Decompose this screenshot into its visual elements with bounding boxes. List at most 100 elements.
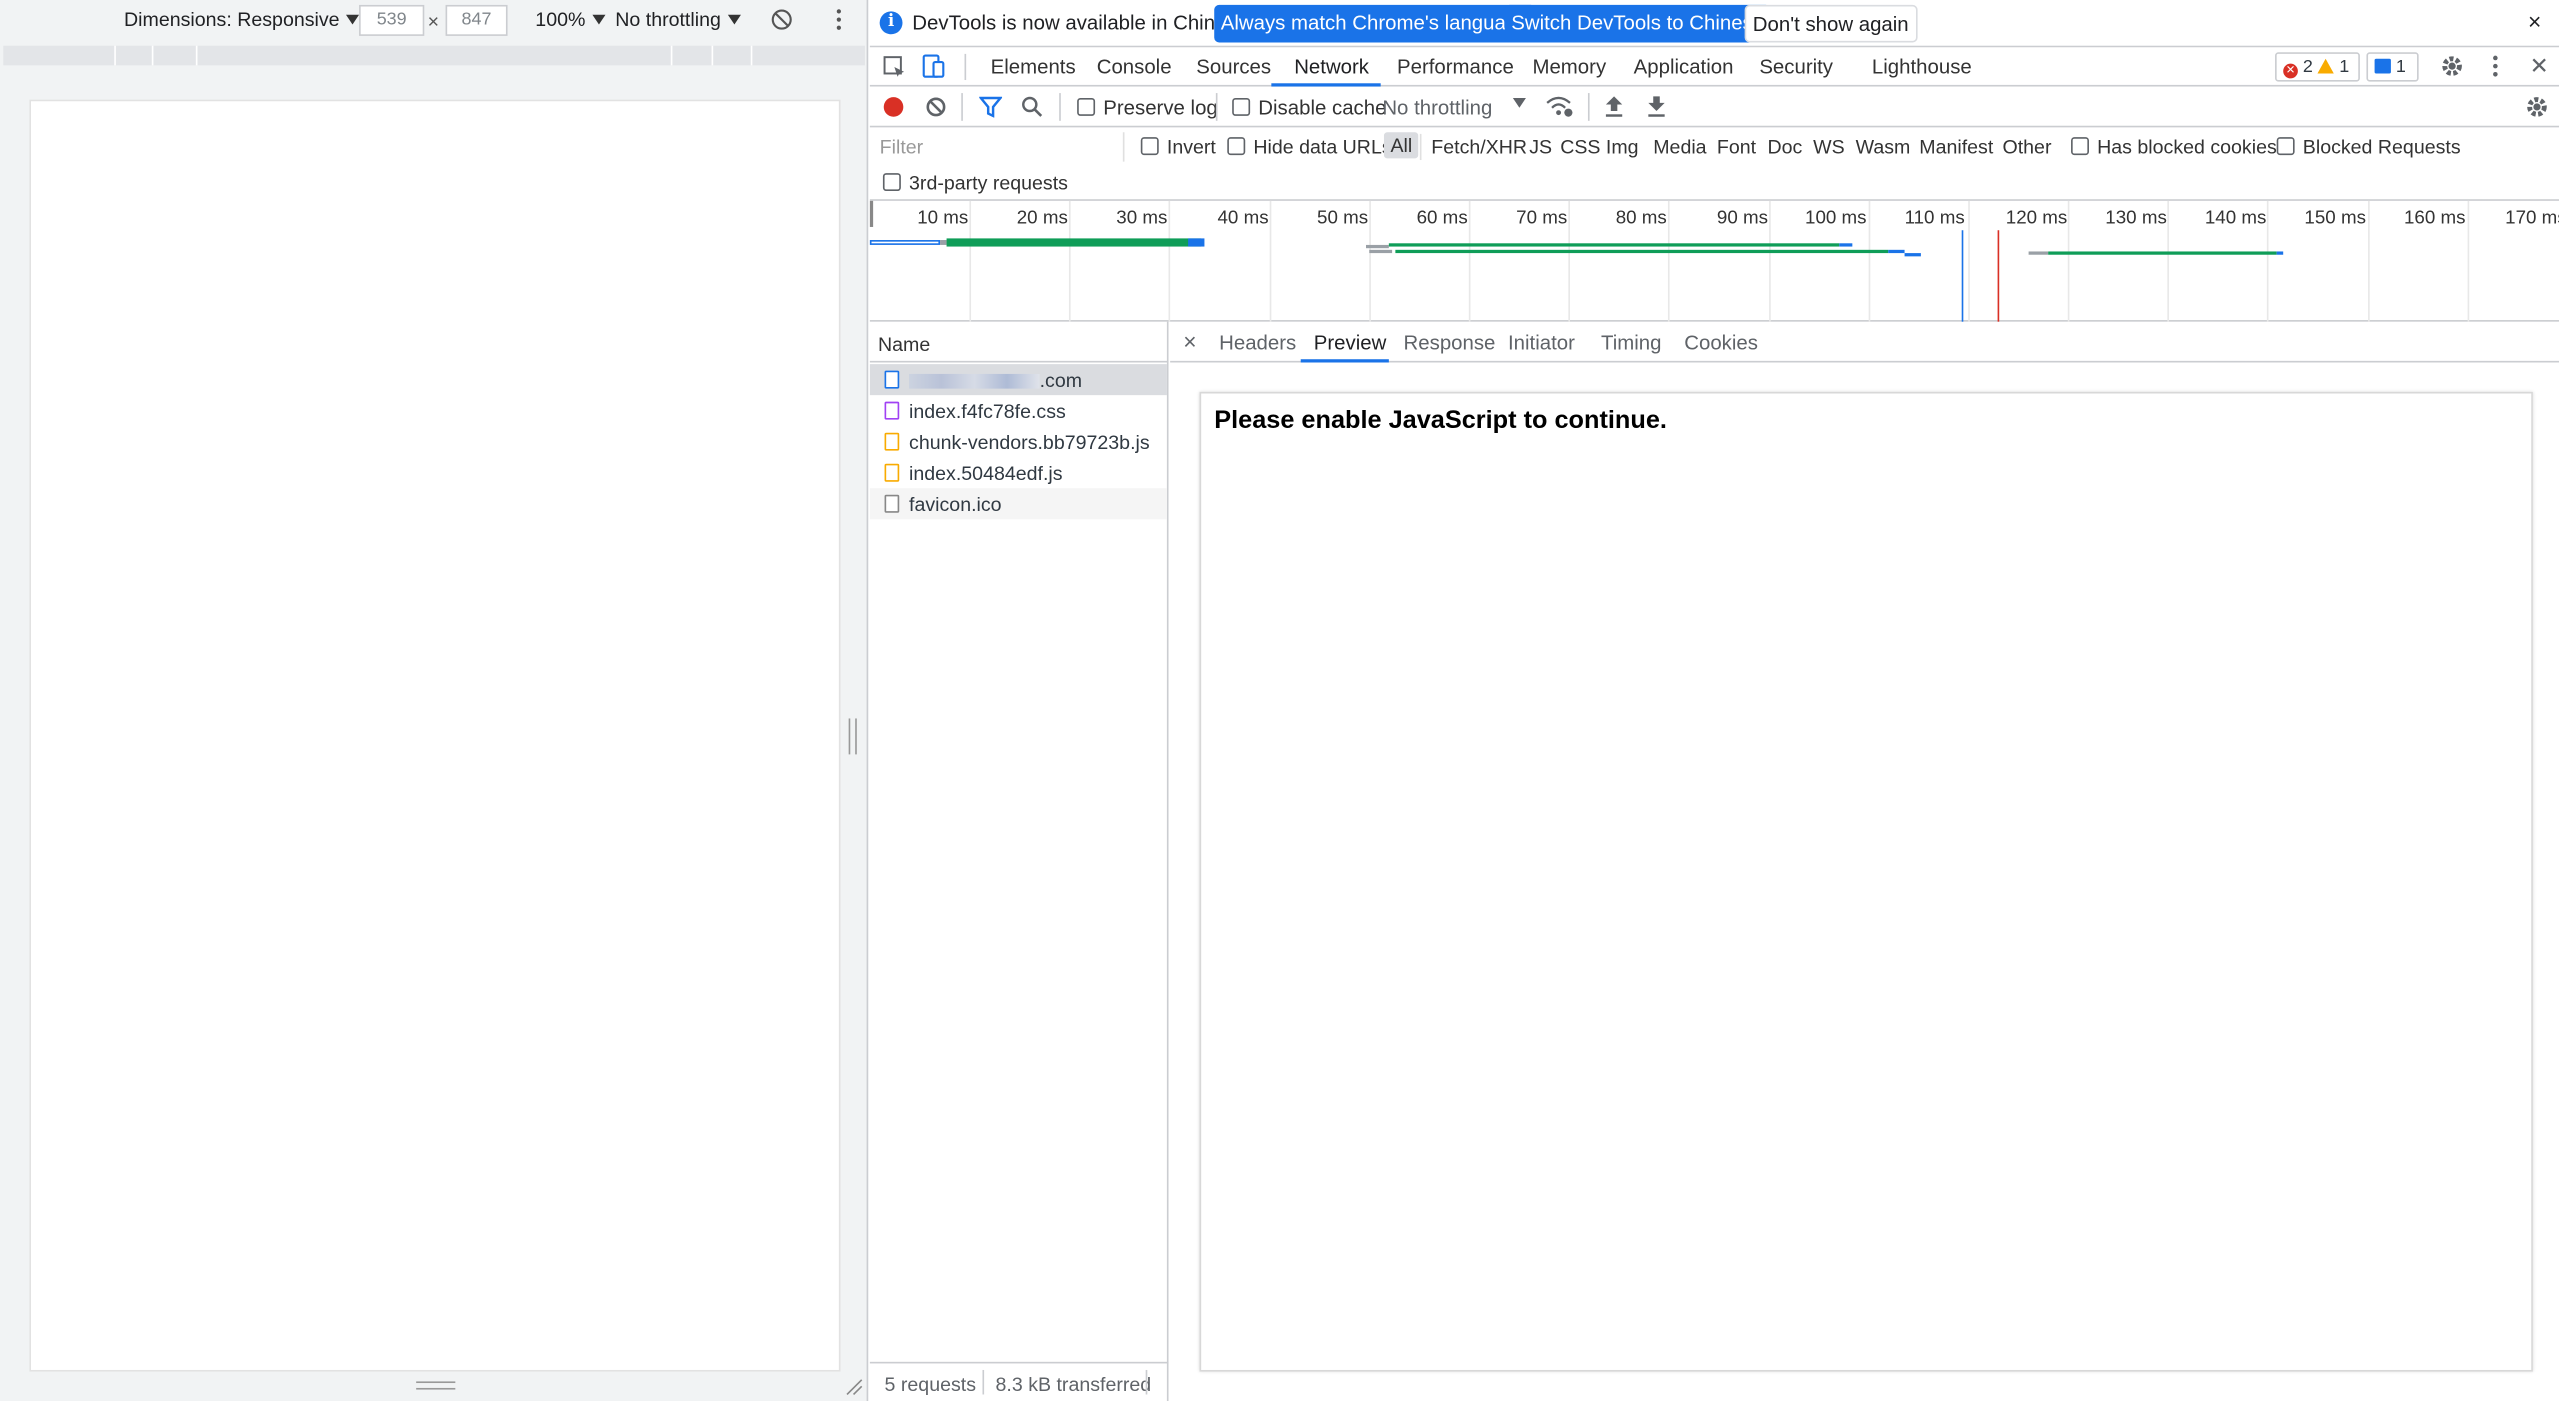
device-toolbar-icon[interactable] (922, 54, 945, 78)
media-query-segment[interactable] (750, 45, 753, 66)
settings-gear-icon[interactable] (2440, 54, 2464, 78)
resize-corner-icon[interactable] (844, 1377, 864, 1397)
always-match-language-button[interactable]: Always match Chrome's language (1214, 4, 1536, 43)
media-query-segment[interactable] (711, 45, 714, 66)
disable-cache-checkbox[interactable] (1232, 97, 1251, 116)
resize-handle-right[interactable] (848, 718, 857, 755)
third-party-requests-checkbox[interactable] (882, 173, 901, 192)
filter-type-img[interactable]: Img (1606, 136, 1639, 159)
language-infobar: i DevTools is now available in Chinese! … (869, 0, 2559, 48)
filter-type-media[interactable]: Media (1653, 136, 1706, 159)
preview-frame[interactable]: Please enable JavaScript to continue. (1199, 391, 2533, 1372)
preview-text: Please enable JavaScript to continue. (1214, 406, 1667, 435)
tab-security[interactable]: Security (1759, 56, 1833, 79)
zoom-select[interactable]: 100% (535, 8, 605, 31)
timeline-gridline (2266, 200, 2269, 322)
waterfall-bar (1839, 243, 1853, 247)
media-query-segment[interactable] (114, 45, 116, 66)
filter-type-doc[interactable]: Doc (1767, 136, 1802, 159)
filter-type-wasm[interactable]: Wasm (1856, 136, 1911, 159)
media-query-segment[interactable] (670, 45, 673, 66)
network-throttling-select[interactable]: No throttling (1382, 96, 1492, 119)
customize-devtools-icon[interactable] (2490, 54, 2500, 78)
tab-sources[interactable]: Sources (1196, 56, 1271, 79)
more-options-icon[interactable] (834, 8, 844, 31)
media-query-segment[interactable] (195, 45, 198, 66)
search-icon[interactable] (1022, 96, 1043, 117)
hide-data-urls-checkbox[interactable] (1227, 137, 1246, 156)
waterfall-bar (1888, 249, 1905, 254)
tab-performance[interactable]: Performance (1397, 56, 1514, 79)
request-row-script[interactable]: chunk-vendors.bb79723b.js (870, 426, 1167, 457)
request-row-stylesheet[interactable]: index.f4fc78fe.css (870, 395, 1167, 426)
name-column-header[interactable]: Name (869, 322, 1169, 363)
media-query-segment[interactable] (151, 45, 154, 66)
filter-type-all[interactable]: All (1383, 132, 1419, 159)
network-overview-timeline[interactable]: 10 ms 20 ms 30 ms 40 ms 50 ms 60 ms 70 m… (869, 200, 2559, 322)
redacted-domain (909, 373, 1040, 389)
filter-type-fetch-xhr[interactable]: Fetch/XHR (1431, 136, 1527, 159)
tab-response[interactable]: Response (1404, 331, 1496, 354)
tab-memory[interactable]: Memory (1532, 56, 1606, 79)
request-row-other[interactable]: favicon.ico (869, 488, 1167, 520)
timeline-tick-label: 40 ms (1217, 209, 1269, 229)
filter-type-ws[interactable]: WS (1813, 136, 1845, 159)
filter-type-other[interactable]: Other (2002, 136, 2051, 159)
filter-input[interactable]: Filter (873, 132, 1118, 161)
invert-checkbox[interactable] (1140, 137, 1159, 156)
filter-icon[interactable] (979, 96, 1003, 118)
dont-show-again-button[interactable]: Don't show again (1744, 4, 1917, 43)
has-blocked-cookies-checkbox[interactable] (2071, 137, 2089, 156)
waterfall-bar (1366, 244, 1389, 249)
blocked-requests-checkbox[interactable] (2276, 137, 2295, 156)
waterfall-bar (1369, 249, 1393, 254)
timeline-gridline (1568, 200, 1571, 322)
filter-type-css[interactable]: CSS (1560, 136, 1600, 159)
close-infobar-icon[interactable]: × (2528, 8, 2541, 34)
request-row-document[interactable]: .com (869, 364, 1167, 396)
network-conditions-icon[interactable] (1546, 95, 1574, 118)
timeline-tick-label: 20 ms (1016, 209, 1068, 229)
tab-initiator[interactable]: Initiator (1508, 331, 1575, 354)
close-devtools-icon[interactable]: ✕ (2530, 52, 2549, 80)
resize-handle-bottom[interactable] (416, 1381, 456, 1390)
dimensions-label: Dimensions: Responsive (124, 8, 340, 32)
filter-type-font[interactable]: Font (1717, 136, 1756, 159)
height-input[interactable]: 847 (445, 4, 508, 36)
switch-to-chinese-button[interactable]: Switch DevTools to Chinese (1504, 4, 1771, 43)
inspect-element-icon[interactable] (883, 56, 906, 79)
timeline-gridline (969, 200, 972, 322)
export-har-icon[interactable] (1647, 95, 1667, 118)
close-detail-icon[interactable]: × (1183, 328, 1196, 354)
filter-type-manifest[interactable]: Manifest (1919, 136, 1993, 159)
errors-warnings-badge[interactable]: ✕ 2 1 (2275, 52, 2360, 82)
tab-elements[interactable]: Elements (991, 56, 1076, 79)
device-throttling-select[interactable]: No throttling (615, 8, 741, 31)
timeline-tick-label: 30 ms (1116, 209, 1168, 229)
rotate-icon[interactable] (770, 8, 793, 31)
record-icon[interactable] (883, 96, 904, 117)
emulated-viewport[interactable] (29, 99, 841, 1372)
tab-application[interactable]: Application (1634, 56, 1734, 79)
request-row-script[interactable]: index.50484edf.js (870, 457, 1167, 488)
request-name-suffix: .com (1039, 369, 1083, 392)
tab-console[interactable]: Console (1097, 56, 1172, 79)
tab-preview[interactable]: Preview (1314, 331, 1387, 354)
request-name: index.50484edf.js (909, 462, 1063, 485)
filter-type-js[interactable]: JS (1529, 136, 1552, 159)
waterfall-bar (1395, 249, 1889, 254)
tab-lighthouse[interactable]: Lighthouse (1872, 56, 1972, 79)
dimensions-select[interactable]: Dimensions: Responsive (124, 8, 360, 32)
import-har-icon[interactable] (1604, 95, 1624, 118)
tab-headers[interactable]: Headers (1219, 331, 1296, 354)
clear-icon[interactable] (925, 96, 946, 117)
waterfall-bar (2048, 251, 2277, 255)
tab-network[interactable]: Network (1294, 56, 1369, 79)
preserve-log-checkbox[interactable] (1077, 97, 1096, 116)
network-settings-gear-icon[interactable] (2525, 95, 2549, 119)
width-input[interactable]: 539 (359, 4, 425, 36)
messages-badge[interactable]: 1 (2366, 52, 2419, 82)
tab-timing[interactable]: Timing (1601, 331, 1661, 354)
tab-cookies[interactable]: Cookies (1684, 331, 1758, 354)
media-query-bar[interactable] (3, 45, 865, 66)
